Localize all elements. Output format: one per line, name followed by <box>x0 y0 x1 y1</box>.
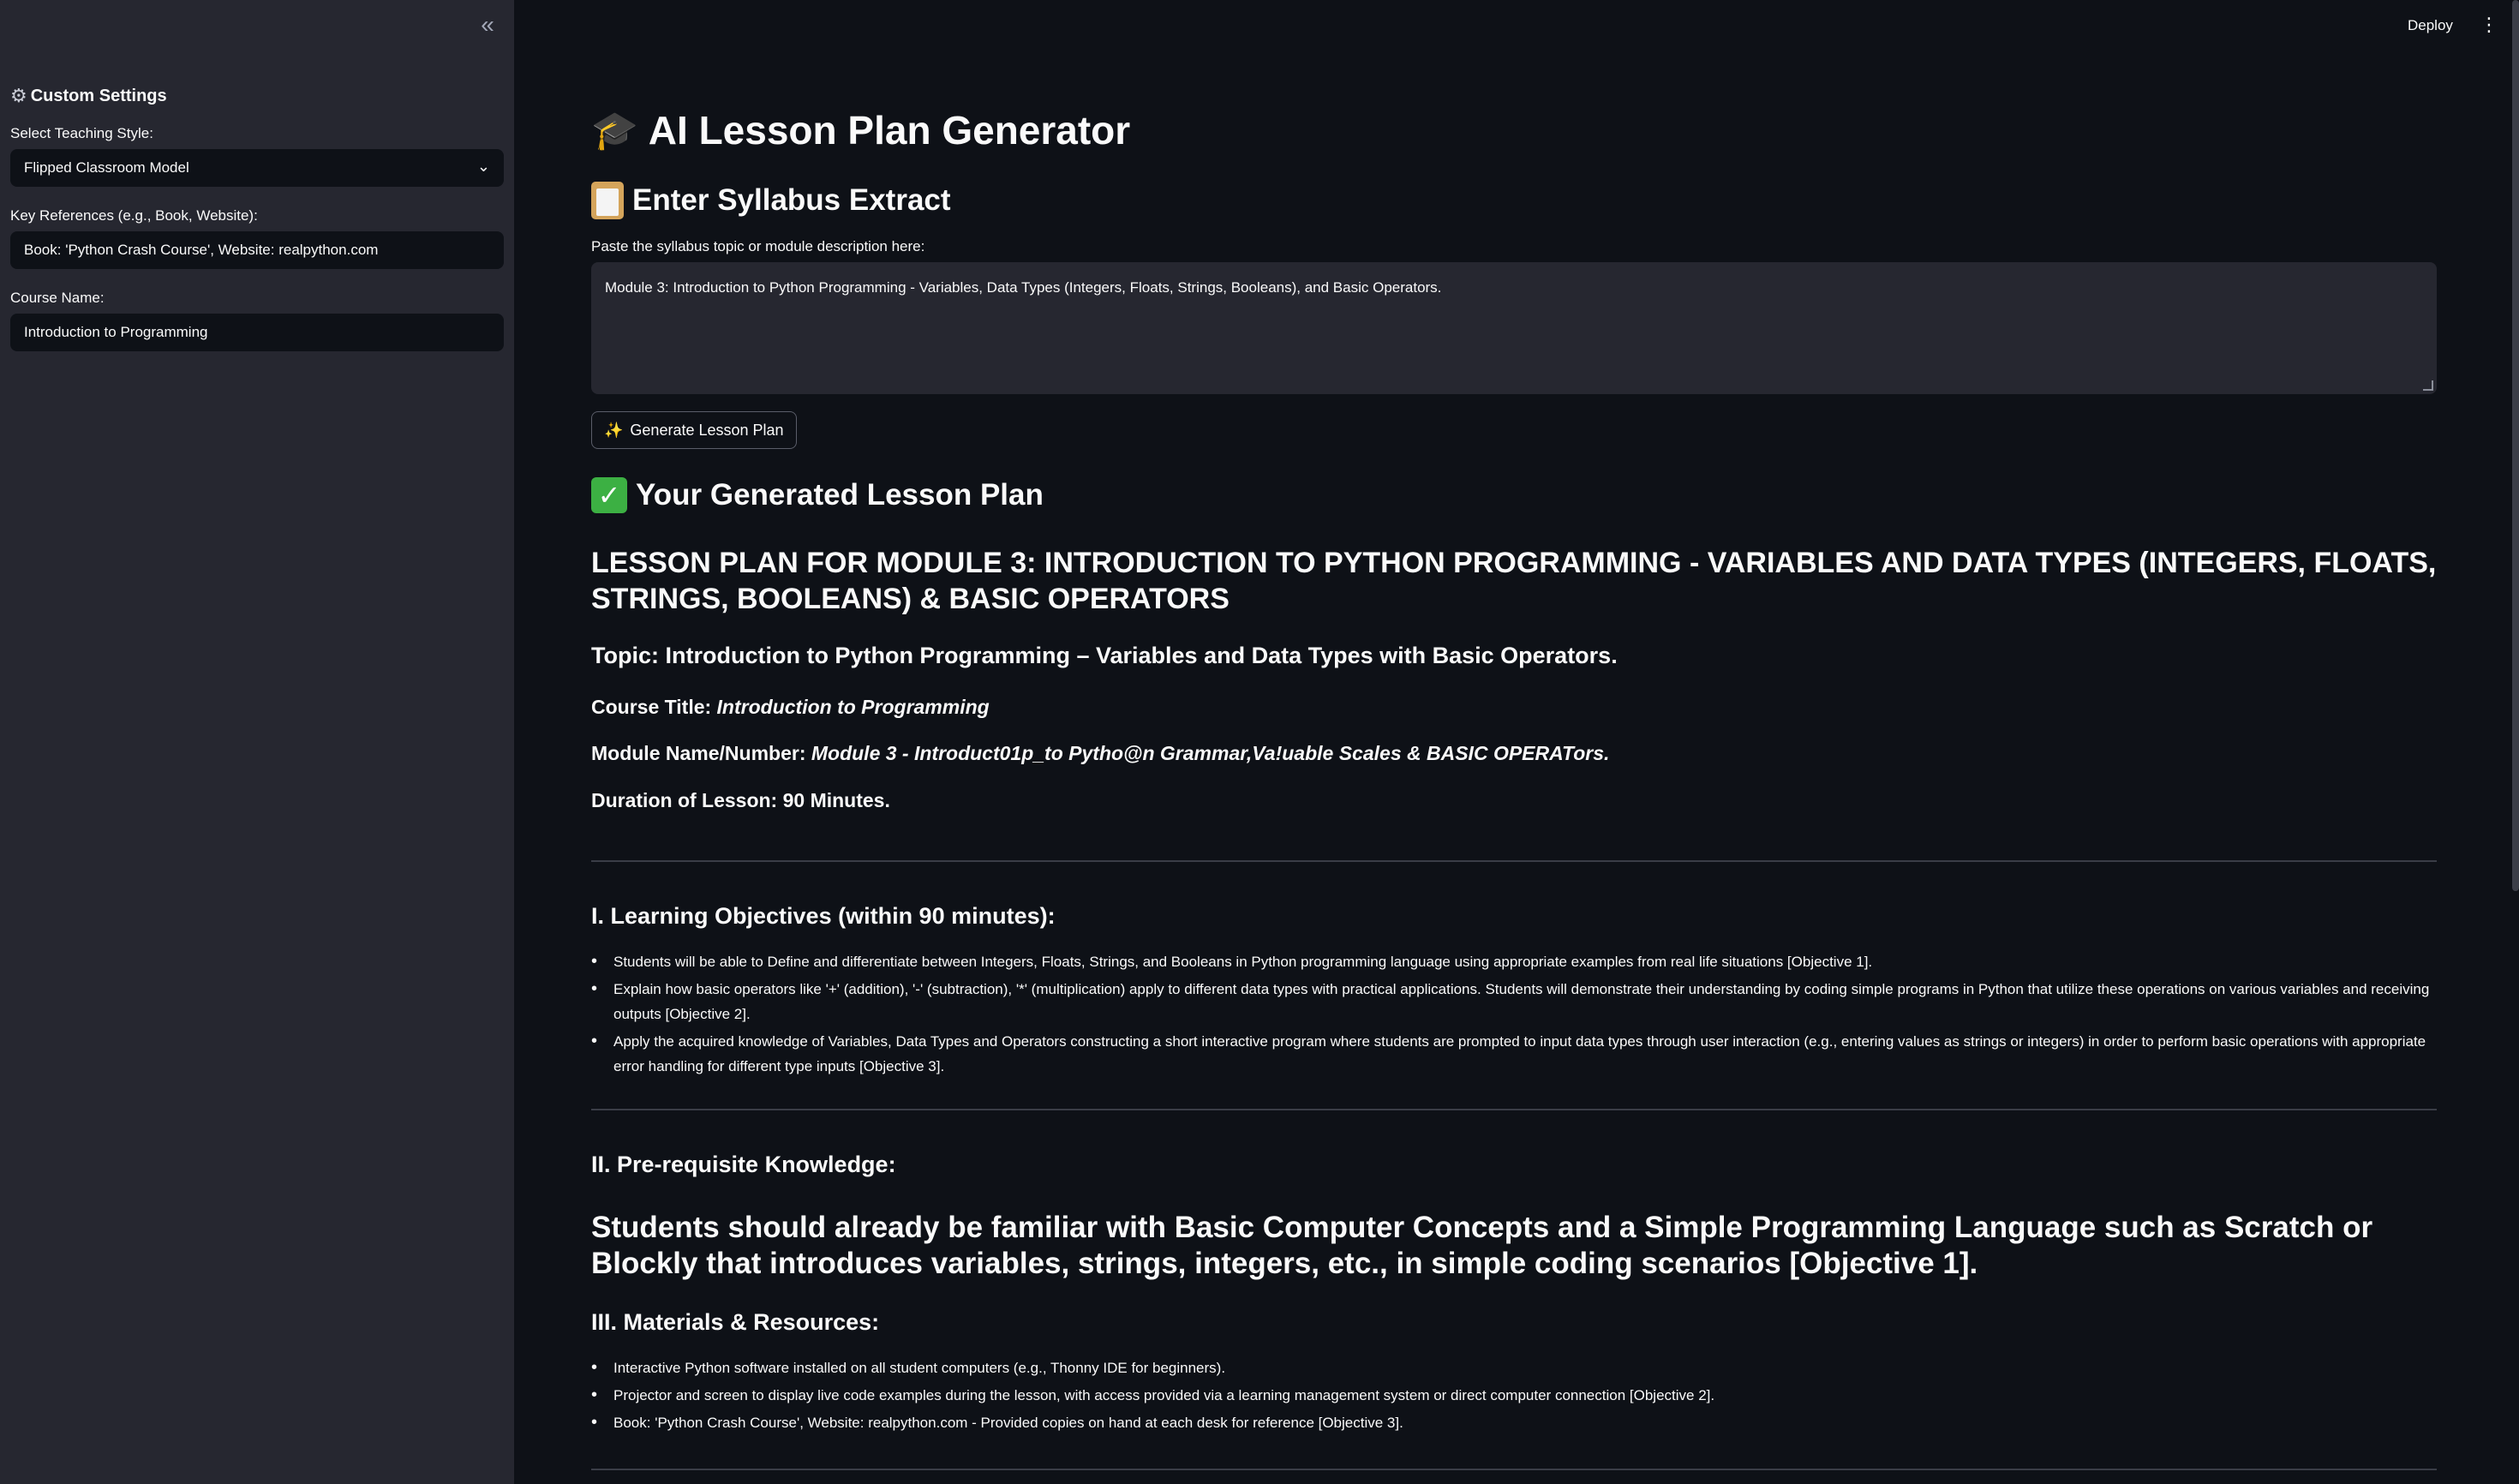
objectives-list: Students will be able to Define and diff… <box>591 949 2437 1081</box>
materials-heading: III. Materials & Resources: <box>591 1309 880 1335</box>
list-item: Projector and screen to display live cod… <box>591 1383 2437 1408</box>
chevron-down-icon: ⌄ <box>476 158 490 175</box>
app-title-text: AI Lesson Plan Generator <box>648 108 1131 153</box>
syllabus-value: Module 3: Introduction to Python Program… <box>605 279 1442 296</box>
clipboard-icon <box>591 182 624 219</box>
course-title-label: Course Title: <box>591 696 712 718</box>
lesson-plan-topic: Topic: Introduction to Python Programmin… <box>591 643 1618 668</box>
references-input[interactable]: Book: 'Python Crash Course', Website: re… <box>10 231 504 269</box>
syllabus-textarea[interactable]: Module 3: Introduction to Python Program… <box>591 262 2437 394</box>
module-value: Module 3 - Introduct01p_to Pytho@n Gramm… <box>811 742 1610 764</box>
generated-heading-text: Your Generated Lesson Plan <box>636 478 1044 512</box>
syllabus-heading: Enter Syllabus Extract <box>591 178 951 223</box>
teaching-style-value: Flipped Classroom Model <box>24 159 189 176</box>
sparkles-icon: ✨ <box>604 421 624 439</box>
generate-lesson-plan-button[interactable]: ✨ Generate Lesson Plan <box>591 411 797 449</box>
generate-button-label: Generate Lesson Plan <box>630 421 784 439</box>
list-item: Explain how basic operators like '+' (ad… <box>591 977 2437 1026</box>
course-name-value: Introduction to Programming <box>24 324 208 340</box>
syllabus-heading-text: Enter Syllabus Extract <box>632 183 951 217</box>
generated-heading: ✓ Your Generated Lesson Plan <box>591 473 1044 518</box>
references-label: Key References (e.g., Book, Website): <box>10 207 258 224</box>
objectives-heading: I. Learning Objectives (within 90 minute… <box>591 903 1056 929</box>
list-item: Students will be able to Define and diff… <box>591 949 2437 974</box>
module-label: Module Name/Number: <box>591 742 806 764</box>
course-name-input[interactable]: Introduction to Programming <box>10 314 504 351</box>
course-title-line: Course Title: Introduction to Programmin… <box>591 696 990 719</box>
prereq-text: Students should already be familiar with… <box>591 1211 2373 1280</box>
divider <box>591 1109 2437 1110</box>
graduation-cap-icon: 🎓 <box>591 110 638 152</box>
gear-icon: ⚙ <box>10 85 27 106</box>
teaching-style-label: Select Teaching Style: <box>10 125 153 141</box>
divider <box>591 860 2437 862</box>
check-mark-icon: ✓ <box>591 477 627 513</box>
collapse-sidebar-icon[interactable]: « <box>476 13 499 37</box>
list-item: Apply the acquired knowledge of Variable… <box>591 1029 2437 1079</box>
main-menu-icon[interactable]: ⋮ <box>2480 14 2498 38</box>
list-item: Book: 'Python Crash Course', Website: re… <box>591 1410 2437 1435</box>
sidebar: « ⚙ Custom Settings Select Teaching Styl… <box>0 0 514 1484</box>
prereq-heading: II. Pre-requisite Knowledge: <box>591 1152 896 1177</box>
sidebar-title: ⚙ Custom Settings <box>10 82 167 110</box>
scrollbar[interactable] <box>2512 0 2519 891</box>
app-title: 🎓 AI Lesson Plan Generator <box>591 103 1130 158</box>
module-line: Module Name/Number: Module 3 - Introduct… <box>591 742 1609 765</box>
duration-line: Duration of Lesson: 90 Minutes. <box>591 789 890 811</box>
lesson-plan-title: LESSON PLAN FOR MODULE 3: INTRODUCTION T… <box>591 547 2437 615</box>
resize-handle-icon[interactable] <box>2423 380 2433 391</box>
teaching-style-select[interactable]: Flipped Classroom Model ⌄ <box>10 149 504 187</box>
references-value: Book: 'Python Crash Course', Website: re… <box>24 242 379 258</box>
course-title-value: Introduction to Programming <box>716 696 990 718</box>
app-root: « ⚙ Custom Settings Select Teaching Styl… <box>0 0 2519 1484</box>
syllabus-label: Paste the syllabus topic or module descr… <box>591 238 925 254</box>
course-name-label: Course Name: <box>10 290 105 306</box>
deploy-button[interactable]: Deploy <box>2408 14 2453 38</box>
list-item: Interactive Python software installed on… <box>591 1355 2437 1380</box>
divider <box>591 1469 2437 1470</box>
sidebar-title-text: Custom Settings <box>30 86 167 105</box>
materials-list: Interactive Python software installed on… <box>591 1355 2437 1438</box>
